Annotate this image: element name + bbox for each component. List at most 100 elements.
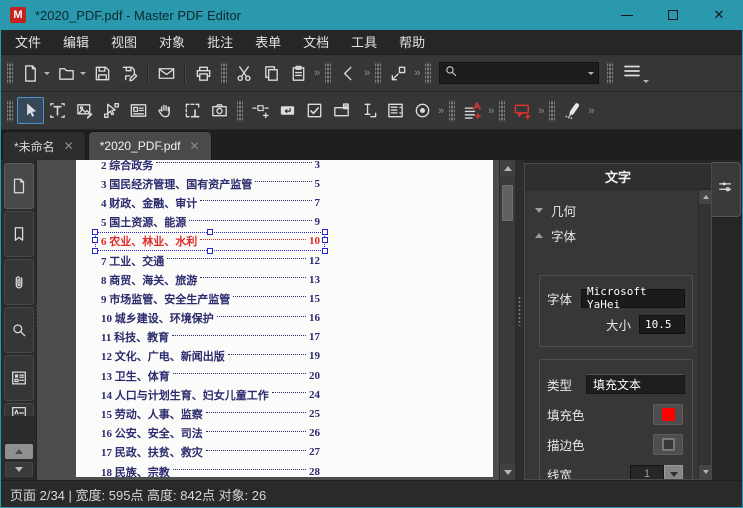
checkbox-field-button[interactable] [301,97,328,124]
panel-scroll-down-button[interactable] [699,465,712,479]
form-fields-panel-button[interactable] [4,355,34,401]
edit-image-tool-button[interactable] [71,97,98,124]
open-file-dropdown-icon[interactable] [80,72,86,78]
scrollbar-up-button[interactable] [500,160,515,176]
font-name-field[interactable]: Microsoft YaHei [581,289,685,308]
selection-handle[interactable] [92,248,98,254]
search-dropdown-icon[interactable] [588,72,594,78]
menu-item-2[interactable]: 视图 [100,30,148,55]
panel-scrollbar[interactable] [698,190,711,479]
toc-row[interactable]: 18 民族、宗教28 [101,462,320,477]
toc-row[interactable]: 12 文化、广电、新闻出版19 [101,347,320,366]
toolbar-overflow-chevron[interactable]: » [314,67,319,79]
selection-handle[interactable] [322,229,328,235]
toolbar-drag-handle[interactable] [607,62,613,84]
line-width-dropdown-button[interactable] [664,465,683,480]
toc-row[interactable]: 6 农业、林业、水利10 [101,232,320,251]
toc-row[interactable]: 17 民政、扶贫、救灾27 [101,443,320,462]
document-scrollbar[interactable] [499,160,515,480]
add-callout-button[interactable] [509,97,536,124]
toc-row[interactable]: 11 科技、教育17 [101,328,320,347]
toc-row[interactable]: 10 城乡建设、环境保护16 [101,309,320,328]
selection-handle[interactable] [322,248,328,254]
cut-button[interactable] [231,60,258,87]
toolbar-drag-handle[interactable] [449,100,455,122]
page-thumbnails-button[interactable] [4,163,34,209]
toc-row[interactable]: 16 公安、安全、司法26 [101,424,320,443]
marker-tool-button[interactable] [559,97,586,124]
search-panel-button[interactable] [4,307,34,353]
toolbar-drag-handle[interactable] [375,62,381,84]
font-size-field[interactable]: 10.5 [639,315,685,334]
bookmarks-button[interactable] [4,211,34,257]
sidebar-scroll-down-button[interactable] [5,462,33,477]
edit-path-tool-button[interactable] [98,97,125,124]
main-menu-button[interactable] [617,59,647,87]
menu-item-4[interactable]: 批注 [196,30,244,55]
new-document-dropdown-icon[interactable] [44,72,50,78]
close-button[interactable]: ✕ [696,0,742,30]
toc-row[interactable]: 4 财政、金融、审计7 [101,193,320,212]
toc-row[interactable]: 13 卫生、体育20 [101,366,320,385]
maximize-button[interactable] [650,0,696,30]
scrollbar-thumb[interactable] [502,185,513,221]
toolbar-drag-handle[interactable] [499,100,505,122]
navigate-back-button[interactable] [335,60,362,87]
minimize-button[interactable] [604,0,650,30]
menu-item-7[interactable]: 工具 [340,30,388,55]
toc-row[interactable]: 5 国土资源、能源9 [101,213,320,232]
selection-handle[interactable] [322,237,328,243]
toolbar-drag-handle[interactable] [549,100,555,122]
toolbar-drag-handle[interactable] [7,62,13,84]
menu-item-0[interactable]: 文件 [4,30,52,55]
menu-item-6[interactable]: 文档 [292,30,340,55]
fill-color-button[interactable] [653,404,683,425]
camera-tool-button[interactable] [206,97,233,124]
toolbar-overflow-chevron[interactable]: » [414,67,419,79]
panel-splitter[interactable] [515,160,524,480]
document-tab-0[interactable]: *未命名✕ [2,131,86,160]
line-width-field[interactable]: 1 [630,465,664,480]
toolbar-overflow-chevron[interactable]: » [364,67,369,79]
add-link-tool-button[interactable] [247,97,274,124]
sidebar-scroll-up-button[interactable] [5,444,33,459]
toolbar-overflow-chevron[interactable]: » [438,105,443,117]
toolbar-drag-handle[interactable] [325,62,331,84]
toolbar-overflow-chevron[interactable]: » [538,105,543,117]
radio-button-field-button[interactable] [409,97,436,124]
save-button[interactable] [89,60,116,87]
menu-item-5[interactable]: 表单 [244,30,292,55]
snapshot-tool-button[interactable] [179,97,206,124]
scrollbar-down-button[interactable] [500,464,515,480]
push-button-field-button[interactable] [274,97,301,124]
select-tool-button[interactable] [17,97,44,124]
tab-close-icon[interactable]: ✕ [64,139,74,153]
type-dropdown[interactable]: 填充文本 [586,374,685,394]
toolbar-drag-handle[interactable] [221,62,227,84]
toc-row[interactable]: 8 商贸、海关、旅游13 [101,270,320,289]
new-document-button[interactable] [17,60,44,87]
geometry-section-header[interactable]: 几何 [535,198,711,223]
combobox-field-button[interactable] [328,97,355,124]
selection-handle[interactable] [92,229,98,235]
search-input[interactable] [458,66,588,80]
signatures-panel-button[interactable] [4,403,34,416]
toc-row[interactable]: 3 国民经济管理、国有资产监管5 [101,174,320,193]
toolbar-overflow-chevron[interactable]: » [488,105,493,117]
pdf-page[interactable]: 2 综合政务33 国民经济管理、国有资产监管54 财政、金融、审计75 国土资源… [76,160,493,477]
edit-text-tool-button[interactable] [44,97,71,124]
menu-item-8[interactable]: 帮助 [388,30,436,55]
open-file-button[interactable] [53,60,80,87]
fit-selection-button[interactable] [385,60,412,87]
print-button[interactable] [190,60,217,87]
toolbar-drag-handle[interactable] [425,62,431,84]
panel-splitter-grip[interactable] [517,296,522,326]
document-tab-1[interactable]: *2020_PDF.pdf✕ [88,131,212,160]
text-field-button[interactable] [355,97,382,124]
edit-forms-tool-button[interactable] [125,97,152,124]
toc-row[interactable]: 15 劳动、人事、监察25 [101,404,320,423]
save-as-button[interactable] [116,60,143,87]
toolbar-drag-handle[interactable] [7,100,13,122]
tab-close-icon[interactable]: ✕ [189,139,199,153]
listbox-field-button[interactable] [382,97,409,124]
